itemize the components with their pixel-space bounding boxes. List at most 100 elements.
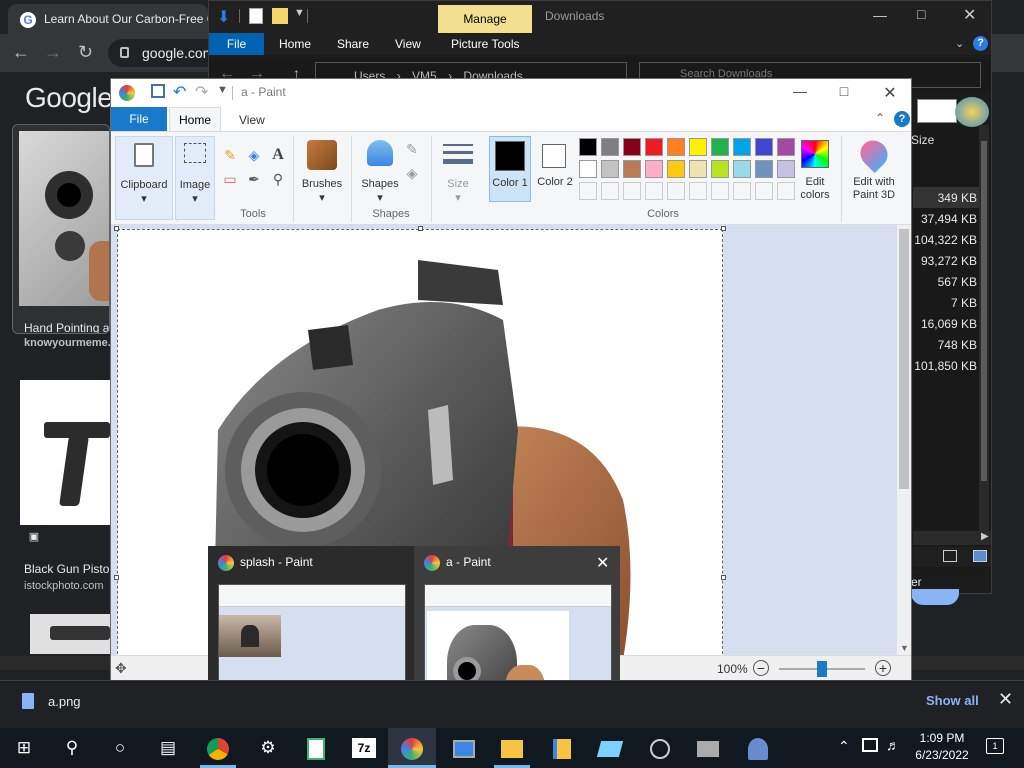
palette-swatch[interactable] (645, 160, 663, 178)
palette-swatch[interactable] (623, 160, 641, 178)
app-taskbar-icon[interactable] (596, 734, 624, 762)
paint-tab-home[interactable]: Home (169, 107, 221, 132)
palette-swatch[interactable] (667, 138, 685, 156)
paint-tab-file[interactable]: File (111, 107, 167, 131)
color2-button[interactable]: Color 2 (535, 136, 577, 202)
chrome-taskbar-icon[interactable] (204, 734, 232, 762)
result-image[interactable] (30, 614, 110, 654)
palette-swatch[interactable] (711, 138, 729, 156)
palette-swatch[interactable] (645, 138, 663, 156)
palette-swatch[interactable] (623, 182, 641, 200)
zoom-in-icon[interactable]: + (875, 660, 891, 676)
details-view-icon[interactable] (943, 550, 957, 562)
magnifier-icon[interactable]: ⚲ (269, 170, 287, 188)
shape-fill-icon[interactable]: ◈ (403, 164, 421, 182)
file-size[interactable]: 101,850 KB (914, 359, 977, 373)
help-icon[interactable]: ? (973, 36, 988, 51)
app-taskbar-icon[interactable] (744, 734, 772, 762)
file-size[interactable]: 567 KB (938, 275, 977, 289)
clipboard-button[interactable]: Clipboard ▾ (115, 136, 173, 220)
resize-handle[interactable] (721, 575, 726, 580)
notepad-taskbar-icon[interactable] (302, 734, 330, 762)
palette-swatch[interactable] (645, 182, 663, 200)
pencil-icon[interactable]: ✎ (221, 146, 239, 164)
palette-swatch[interactable] (689, 138, 707, 156)
palette-swatch[interactable] (733, 160, 751, 178)
resize-handle[interactable] (721, 226, 726, 231)
palette-swatch[interactable] (623, 138, 641, 156)
file-size[interactable]: 7 KB (951, 296, 977, 310)
palette-swatch[interactable] (579, 160, 597, 178)
clock-date[interactable]: 6/23/2022 (904, 748, 980, 762)
palette-swatch[interactable] (733, 182, 751, 200)
redo-icon[interactable]: ↷ (195, 82, 208, 102)
result-caption[interactable]: Hand Pointing a (24, 321, 109, 333)
scrollbar-thumb[interactable] (981, 141, 987, 481)
customize-quick-access-icon[interactable]: ▼ (294, 7, 305, 19)
file-explorer-taskbar-icon[interactable] (498, 734, 526, 762)
shell-icon[interactable] (955, 97, 989, 127)
volume-icon[interactable]: ♬ (886, 737, 900, 753)
palette-swatch[interactable] (579, 182, 597, 200)
network-icon[interactable] (862, 738, 878, 752)
preview-pane-icon[interactable] (917, 99, 957, 123)
7zip-taskbar-icon[interactable]: 7z (350, 734, 378, 762)
manage-tab[interactable]: Manage (438, 5, 532, 33)
text-icon[interactable]: A (269, 146, 287, 164)
chrome-tab[interactable]: G Learn About Our Carbon-Free C (8, 4, 208, 34)
search-icon[interactable]: ⚲ (58, 734, 86, 762)
scroll-right-icon[interactable]: ▶ (981, 531, 989, 542)
ribbon-collapse-icon[interactable]: ⌃ (875, 111, 885, 125)
palette-swatch[interactable] (777, 138, 795, 156)
edit-colors-button[interactable]: Edit colors (795, 136, 835, 202)
close-icon[interactable]: ✕ (963, 5, 976, 25)
file-size[interactable]: 748 KB (938, 338, 977, 352)
explorer-tab-file[interactable]: File (209, 33, 264, 55)
file-size[interactable]: 104,322 KB (914, 233, 977, 247)
explorer-tab-share[interactable]: Share (337, 37, 369, 51)
forward-icon[interactable]: → (44, 42, 62, 62)
partial-button[interactable] (911, 589, 959, 605)
reload-icon[interactable]: ↻ (78, 42, 93, 62)
explorer-tab-view[interactable]: View (395, 37, 421, 51)
palette-swatch[interactable] (601, 138, 619, 156)
explorer-tab-home[interactable]: Home (279, 37, 311, 51)
outline-icon[interactable]: ✎ (403, 140, 421, 158)
explorer-horizontal-scrollbar[interactable] (913, 531, 991, 545)
palette-swatch[interactable] (667, 182, 685, 200)
file-size[interactable]: 93,272 KB (921, 254, 977, 268)
app-taskbar-icon[interactable] (646, 734, 674, 762)
size-button[interactable]: Size ▾ (437, 136, 479, 206)
properties-icon[interactable] (249, 8, 263, 24)
color-picker-icon[interactable]: ✒ (245, 170, 263, 188)
paint-app-icon[interactable] (119, 85, 135, 101)
explorer-tab-picture-tools[interactable]: Picture Tools (451, 37, 519, 51)
maximize-icon[interactable]: □ (917, 6, 925, 22)
back-icon[interactable]: ← (12, 42, 30, 62)
brushes-button[interactable]: Brushes ▾ (299, 136, 345, 206)
palette-swatch[interactable] (579, 138, 597, 156)
show-all-button[interactable]: Show all (926, 693, 979, 708)
palette-swatch[interactable] (689, 182, 707, 200)
save-icon[interactable] (151, 84, 165, 98)
large-icons-view-icon[interactable] (973, 550, 987, 562)
close-download-bar-icon[interactable]: ✕ (998, 689, 1013, 710)
paint-taskbar-icon[interactable] (398, 734, 426, 762)
palette-swatch[interactable] (711, 182, 729, 200)
palette-swatch[interactable] (601, 182, 619, 200)
network-taskbar-icon[interactable] (450, 734, 478, 762)
color1-button[interactable]: Color 1 (489, 136, 531, 202)
thumbnail-close-icon[interactable]: ✕ (596, 553, 609, 573)
palette-swatch[interactable] (601, 160, 619, 178)
minimize-icon[interactable]: — (873, 7, 887, 23)
palette-swatch[interactable] (755, 160, 773, 178)
app-taskbar-icon[interactable] (694, 734, 722, 762)
image-button[interactable]: Image ▾ (175, 136, 215, 220)
palette-swatch[interactable] (667, 160, 685, 178)
cortana-icon[interactable]: ○ (106, 734, 134, 762)
palette-swatch[interactable] (733, 138, 751, 156)
result-image[interactable] (20, 380, 110, 525)
eraser-icon[interactable]: ▭ (221, 170, 239, 188)
result-source[interactable]: knowyourmeme.c (24, 337, 117, 349)
minimize-icon[interactable]: — (789, 83, 811, 99)
